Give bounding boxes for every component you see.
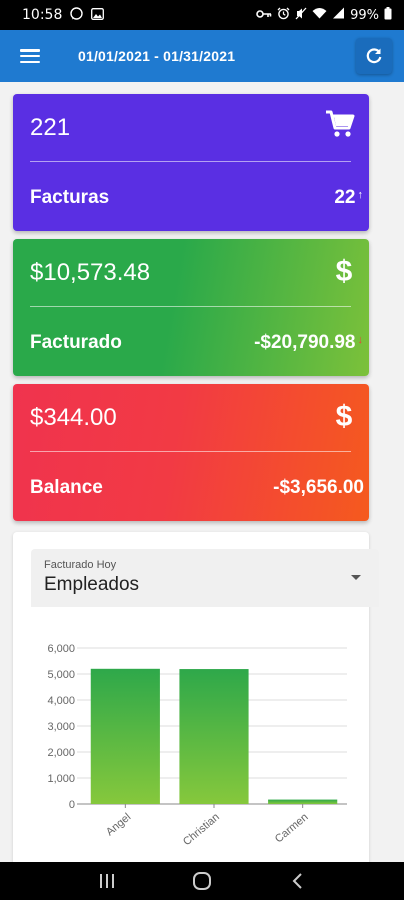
refresh-button[interactable] <box>356 38 392 74</box>
back-button[interactable] <box>277 866 317 896</box>
balance-label: Balance <box>30 477 103 498</box>
employees-bar-chart: 6,000 5,000 4,000 3,000 2,000 1,000 0 Angel Chri… <box>47 643 347 848</box>
chart-card: Facturado Hoy Empleados 6,000 5,000 4,000 3… <box>13 532 379 872</box>
y-tick-label: 5,000 <box>47 669 75 681</box>
x-tick-label: Christian <box>181 811 222 848</box>
invoices-compare: 22 ↑ <box>334 187 363 209</box>
status-time: 10:58 <box>22 7 63 23</box>
refresh-icon <box>366 48 382 64</box>
balance-compare-value: -$3,656.00 <box>273 477 364 498</box>
balance-card[interactable]: $344.00 $ Balance -$3,656.00 <box>13 384 369 521</box>
svg-text:$: $ <box>336 255 353 285</box>
invoices-count: 221 <box>30 114 71 141</box>
alarm-icon <box>277 7 290 24</box>
date-range[interactable]: 01/01/2021 - 01/31/2021 <box>78 48 235 64</box>
recent-apps-icon <box>100 874 115 888</box>
mute-icon <box>295 7 307 24</box>
menu-icon <box>20 49 40 63</box>
divider <box>30 451 351 452</box>
x-tick-label: Angel <box>104 811 133 838</box>
menu-button[interactable] <box>0 30 60 82</box>
chart-select-label: Facturado Hoy <box>44 559 117 571</box>
status-bar: 10:58 99% <box>0 0 404 30</box>
billed-compare-value: -$20,790.98 <box>254 332 356 353</box>
dollar-icon: $ <box>333 400 355 435</box>
back-icon <box>292 873 302 889</box>
divider <box>30 306 351 307</box>
invoices-card[interactable]: 221 Facturas 22 ↑ <box>13 94 369 231</box>
y-tick-label: 4,000 <box>47 695 75 707</box>
arrow-down-icon: ↓ <box>357 334 364 346</box>
y-tick-label: 1,000 <box>47 773 75 785</box>
billed-amount: $10,573.48 <box>30 259 151 286</box>
billed-card[interactable]: $10,573.48 $ Facturado -$20,790.98 ↓ <box>13 239 369 376</box>
home-icon <box>192 872 211 890</box>
battery-icon <box>384 6 392 24</box>
bar[interactable] <box>179 669 249 804</box>
dollar-icon: $ <box>333 255 355 290</box>
recent-apps-button[interactable] <box>87 866 127 896</box>
billed-label: Facturado <box>30 332 122 353</box>
wifi-icon <box>312 7 327 23</box>
signal-icon <box>332 7 345 23</box>
svg-text:$: $ <box>336 400 353 430</box>
chart-select-value: Empleados <box>44 574 140 595</box>
arrow-up-icon: ↑ <box>357 189 364 201</box>
battery-percent: 99% <box>350 7 379 23</box>
chevron-down-icon <box>351 575 361 580</box>
app-bar: 01/01/2021 - 01/31/2021 <box>0 30 404 82</box>
divider <box>30 161 351 162</box>
balance-compare: -$3,656.00 <box>273 477 364 499</box>
y-tick-label: 3,000 <box>47 721 75 733</box>
key-icon <box>256 8 272 23</box>
invoices-label: Facturas <box>30 187 110 208</box>
cart-icon <box>325 110 355 143</box>
whatsapp-icon <box>70 7 84 23</box>
billed-compare: -$20,790.98 ↓ <box>254 332 363 354</box>
bar[interactable] <box>268 799 338 804</box>
invoices-compare-value: 22 <box>334 187 356 208</box>
y-tick-label: 6,000 <box>47 643 75 655</box>
y-tick-label: 2,000 <box>47 747 75 759</box>
gallery-icon <box>91 7 105 23</box>
home-button[interactable] <box>182 866 222 896</box>
bar[interactable] <box>90 668 160 804</box>
x-tick-label: Carmen <box>273 811 311 845</box>
nav-bar <box>0 862 404 900</box>
y-tick-label: 0 <box>69 799 75 811</box>
chart-select[interactable]: Facturado Hoy Empleados <box>31 549 379 607</box>
balance-amount: $344.00 <box>30 404 117 431</box>
